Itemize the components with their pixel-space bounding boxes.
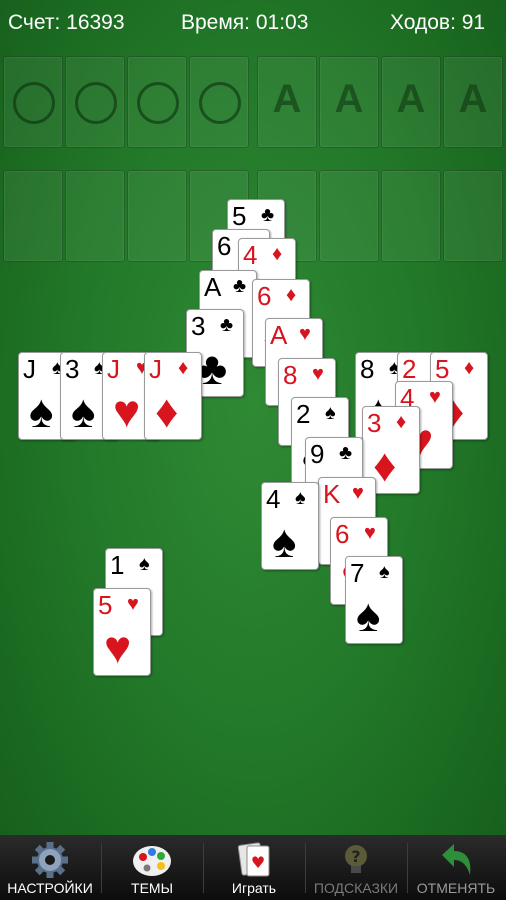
card-rank: 4	[266, 484, 281, 514]
card-rank: 5	[98, 590, 113, 620]
card-rank: 2	[402, 354, 417, 384]
card-rank: 9	[310, 439, 325, 469]
card-rank: 6	[217, 231, 232, 261]
suit-icon: ♦	[155, 385, 179, 437]
undo-arrow-icon	[406, 841, 506, 879]
suit-icon: ♦	[178, 357, 189, 379]
empty-circle-icon	[75, 82, 117, 124]
card-rank: 8	[283, 360, 298, 390]
tableau-column-2[interactable]	[65, 170, 125, 262]
tableau-column-1[interactable]	[3, 170, 63, 262]
suit-icon: ♥	[312, 363, 324, 385]
foundation-3[interactable]: A	[381, 56, 441, 148]
suit-icon: ♠	[71, 385, 96, 437]
freecell-3[interactable]	[127, 56, 187, 148]
card-rank: 8	[360, 354, 375, 384]
suit-icon: ♠	[295, 487, 306, 509]
card-rank: J	[107, 354, 120, 384]
suit-icon: ♣	[233, 275, 247, 297]
card-rank: 3	[65, 354, 80, 384]
palette-icon	[102, 841, 202, 879]
empty-circle-icon	[13, 82, 55, 124]
empty-circle-icon	[199, 82, 241, 124]
card-rank: K	[323, 479, 341, 509]
card-rank: 4	[243, 240, 258, 270]
suit-icon: ♠	[379, 561, 390, 583]
playing-card[interactable]: 7 ♠ ♠	[345, 556, 403, 644]
card-rank: J	[149, 354, 162, 384]
suit-icon: ♠	[325, 402, 336, 424]
card-rank: 7	[350, 558, 365, 588]
suit-icon: ♥	[299, 323, 311, 345]
tableau-column-3[interactable]	[127, 170, 187, 262]
suit-icon: ♣	[220, 314, 234, 336]
suit-icon: ♦	[286, 284, 297, 306]
card-rank: 5	[435, 354, 450, 384]
play-button[interactable]: ♥ Играть	[204, 835, 304, 900]
card-rank: 5	[232, 201, 247, 231]
suit-icon: ♠	[139, 553, 150, 575]
foundation-1[interactable]: A	[257, 56, 317, 148]
suit-icon: ♥	[113, 385, 141, 437]
card-rank: 1	[110, 550, 125, 580]
playing-card[interactable]: J ♦ ♦	[144, 352, 202, 440]
bottom-toolbar: НАСТРОЙКИ ТЕМЫ ♥ Играть ? ПОДСКАЗКИ ОТМЕ…	[0, 835, 506, 900]
lightbulb-icon: ?	[306, 841, 406, 879]
status-bar: Счет: 16393 Время: 01:03 Ходов: 91	[0, 0, 506, 46]
suit-icon: ♣	[261, 204, 275, 226]
suit-icon: ♣	[339, 442, 353, 464]
undo-button[interactable]: ОТМЕНЯТЬ	[406, 835, 506, 900]
freecell-1[interactable]	[3, 56, 63, 148]
card-rank: 6	[257, 281, 272, 311]
suit-icon: ♥	[104, 621, 132, 673]
suit-icon: ♦	[272, 243, 283, 265]
foundation-2[interactable]: A	[319, 56, 379, 148]
card-rank: A	[270, 320, 288, 350]
time-text: Время: 01:03	[181, 11, 309, 34]
freecell-4[interactable]	[189, 56, 249, 148]
tableau-column-7[interactable]	[381, 170, 441, 262]
themes-button[interactable]: ТЕМЫ	[102, 835, 202, 900]
suit-icon: ♥	[127, 593, 139, 615]
suit-icon: ♥	[364, 522, 376, 544]
suit-icon: ♠	[29, 385, 54, 437]
freecell-2[interactable]	[65, 56, 125, 148]
empty-circle-icon	[137, 82, 179, 124]
playing-card[interactable]: 5 ♥ ♥	[93, 588, 151, 676]
suit-icon: ♥	[352, 482, 364, 504]
tableau-column-8[interactable]	[443, 170, 503, 262]
card-rank: 3	[367, 408, 382, 438]
foundation-4[interactable]: A	[443, 56, 503, 148]
gear-icon	[0, 841, 100, 879]
settings-button[interactable]: НАСТРОЙКИ	[0, 835, 100, 900]
suit-icon: ♥	[429, 386, 441, 408]
svg-text:♥: ♥	[251, 853, 265, 872]
suit-icon: ♦	[373, 439, 397, 491]
playing-card[interactable]: 4 ♠ ♠	[261, 482, 319, 570]
card-rank: J	[23, 354, 36, 384]
tableau-column-6[interactable]	[319, 170, 379, 262]
svg-text:?: ?	[351, 847, 360, 866]
card-rank: 6	[335, 519, 350, 549]
card-rank: 3	[191, 311, 206, 341]
suit-icon: ♠	[356, 589, 381, 641]
score-text: Счет: 16393	[8, 11, 125, 34]
suit-icon: ♦	[464, 357, 475, 379]
suit-icon: ♦	[396, 411, 407, 433]
hints-button[interactable]: ? ПОДСКАЗКИ	[306, 835, 406, 900]
suit-icon: ♠	[272, 515, 297, 567]
card-rank: 2	[296, 399, 311, 429]
card-rank: A	[204, 272, 222, 302]
moves-text: Ходов: 91	[390, 11, 486, 34]
cards-icon: ♥	[204, 841, 304, 879]
